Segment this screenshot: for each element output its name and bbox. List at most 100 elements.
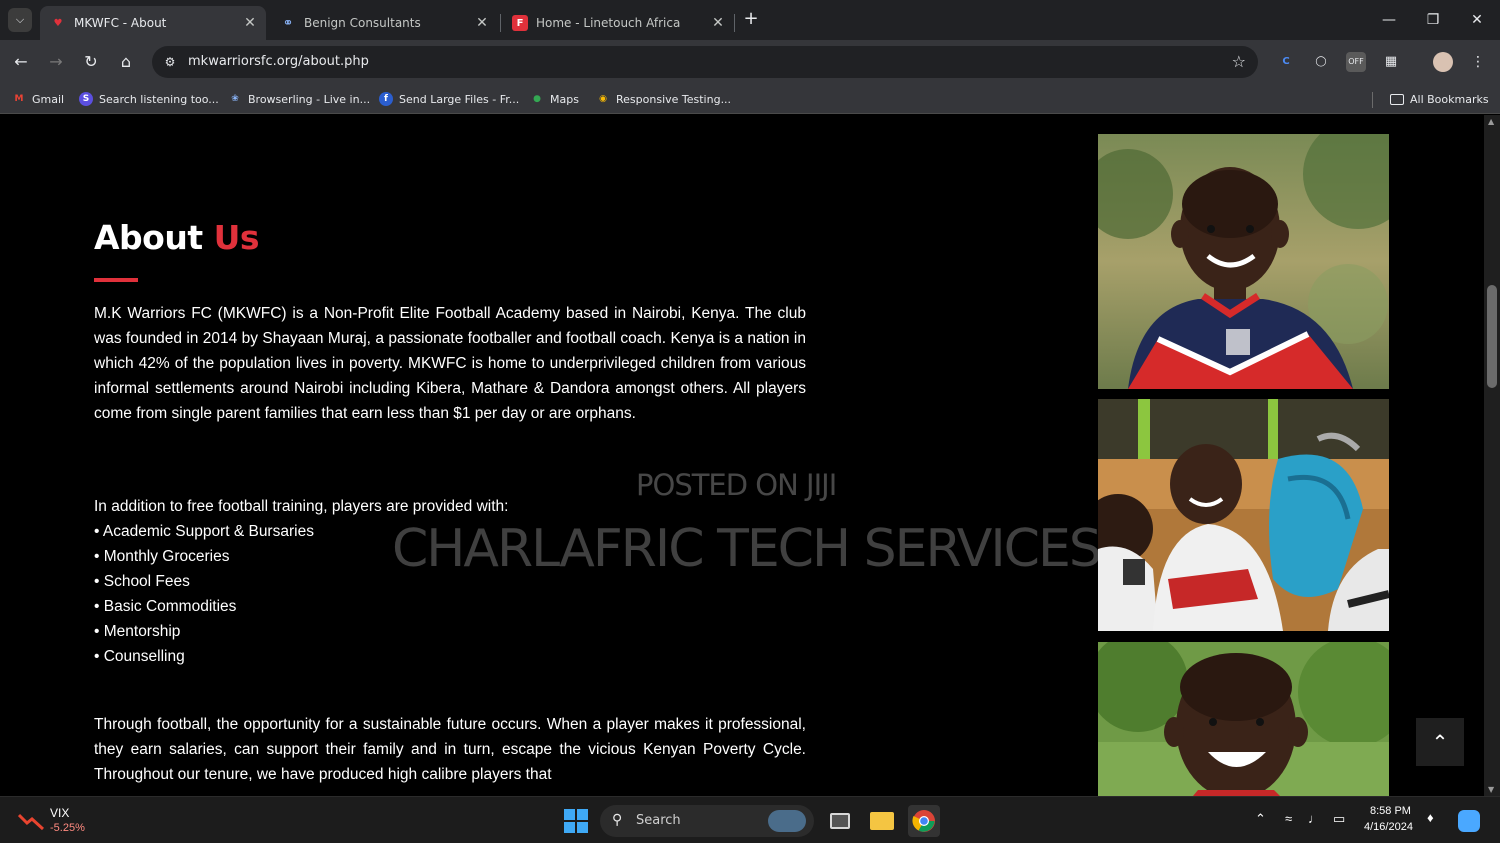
forward-button[interactable]: → bbox=[44, 50, 68, 74]
tab-linetouch-africa[interactable]: F Home - Linetouch Africa ✕ bbox=[502, 6, 734, 40]
bookmark-browserling[interactable]: ❀ Browserling - Live in... bbox=[228, 90, 370, 108]
search-icon: ⚲ bbox=[612, 812, 623, 828]
reload-icon: ↻ bbox=[84, 52, 98, 71]
battery-icon[interactable]: ▭ bbox=[1333, 811, 1345, 827]
tab-mkwfc-about[interactable]: ♥ MKWFC - About ✕ bbox=[40, 6, 266, 40]
show-hidden-icons-icon[interactable]: ⌃ bbox=[1255, 811, 1266, 827]
outro-paragraph: Through football, the opportunity for a … bbox=[94, 716, 806, 783]
close-icon[interactable]: ✕ bbox=[708, 15, 728, 31]
page-scrollbar[interactable]: ▲ ▼ bbox=[1484, 115, 1500, 796]
plus-icon: + bbox=[743, 8, 759, 29]
clock-time[interactable]: 8:58 PM bbox=[1370, 805, 1411, 817]
all-bookmarks-button[interactable]: All Bookmarks bbox=[1390, 90, 1489, 108]
player-photo-2 bbox=[1098, 399, 1389, 631]
bookmark-star-icon[interactable]: ☆ bbox=[1232, 52, 1246, 71]
chrome-icon bbox=[912, 810, 935, 832]
benign-favicon-icon: ⚭ bbox=[282, 15, 294, 31]
close-icon[interactable]: ✕ bbox=[240, 15, 260, 31]
browserling-icon: ❀ bbox=[231, 94, 239, 104]
close-icon[interactable]: ✕ bbox=[472, 15, 492, 31]
bookmark-label: Search listening too... bbox=[99, 92, 219, 106]
task-view-button[interactable] bbox=[824, 805, 856, 837]
arrow-right-icon: → bbox=[49, 52, 63, 71]
watermark-posted-on-jiji: POSTED ON JIJI bbox=[636, 468, 837, 502]
scroll-up-icon[interactable]: ▲ bbox=[1488, 117, 1494, 126]
list-item: • School Fees bbox=[94, 573, 190, 590]
scroll-thumb[interactable] bbox=[1487, 285, 1497, 388]
volume-muted-icon[interactable]: ♩ bbox=[1308, 811, 1321, 826]
notification-bell-icon[interactable]: ♦ bbox=[1427, 810, 1434, 825]
file-explorer-button[interactable] bbox=[866, 805, 898, 837]
stock-chart-icon bbox=[18, 813, 44, 831]
site-info-icon[interactable]: ⚙ bbox=[162, 54, 178, 70]
folder-icon bbox=[870, 812, 894, 830]
chrome-taskbar-button[interactable] bbox=[908, 805, 940, 837]
browser-toolbar: ← → ↻ ⌂ ⚙ mkwarriorsfc.org/about.php ☆ C… bbox=[0, 40, 1500, 84]
clock-date[interactable]: 4/16/2024 bbox=[1364, 821, 1413, 833]
extension-ring-icon[interactable]: ◯ bbox=[1311, 52, 1331, 72]
new-tab-button[interactable]: + bbox=[740, 8, 762, 30]
taskbar-search[interactable]: ⚲ Search bbox=[600, 805, 814, 837]
close-icon: ✕ bbox=[1471, 12, 1483, 28]
tab-strip: ⌵ ♥ MKWFC - About ✕ ⚭ Benign Consultants… bbox=[0, 0, 1500, 40]
task-view-icon bbox=[830, 813, 850, 829]
back-to-top-button[interactable]: ⌃ bbox=[1416, 718, 1464, 766]
screen: ⌵ ♥ MKWFC - About ✕ ⚭ Benign Consultants… bbox=[0, 0, 1500, 843]
address-bar[interactable]: ⚙ mkwarriorsfc.org/about.php ☆ bbox=[152, 46, 1258, 78]
extensions-puzzle-icon[interactable]: ▦ bbox=[1381, 52, 1401, 72]
tab-label: Benign Consultants bbox=[304, 16, 421, 30]
linetouch-favicon-icon: F bbox=[512, 15, 528, 31]
bookmark-send-large-files[interactable]: f Send Large Files - Fr... bbox=[379, 90, 519, 108]
provided-heading: In addition to free football training, p… bbox=[94, 498, 509, 515]
restore-button[interactable]: ❐ bbox=[1410, 8, 1456, 32]
boys-with-bags-image bbox=[1098, 399, 1389, 631]
extension-c-icon[interactable]: C bbox=[1276, 52, 1296, 72]
close-window-button[interactable]: ✕ bbox=[1454, 8, 1500, 32]
bookmark-label: Send Large Files - Fr... bbox=[399, 92, 520, 106]
folder-icon bbox=[1390, 93, 1404, 105]
mkwfc-favicon-icon: ♥ bbox=[53, 17, 63, 29]
list-item: • Counselling bbox=[94, 648, 185, 665]
title-white-word: About bbox=[94, 218, 203, 257]
list-item: • Monthly Groceries bbox=[94, 548, 230, 565]
minimize-button[interactable]: — bbox=[1366, 8, 1412, 32]
send-files-icon: f bbox=[379, 92, 393, 106]
tab-benign-consultants[interactable]: ⚭ Benign Consultants ✕ bbox=[270, 6, 498, 40]
bookmark-gmail[interactable]: M Gmail bbox=[12, 90, 65, 108]
bookmark-maps[interactable]: ● Maps bbox=[530, 90, 579, 108]
tab-search-button[interactable]: ⌵ bbox=[8, 8, 32, 32]
windows-logo-icon bbox=[564, 809, 588, 833]
list-item: • Basic Commodities bbox=[94, 598, 237, 615]
reload-button[interactable]: ↻ bbox=[79, 50, 103, 74]
watermark-charlafric: CHARLAFRIC TECH SERVICES bbox=[392, 519, 1102, 579]
bookmark-search-listening[interactable]: S Search listening too... bbox=[79, 90, 219, 108]
bookmark-label: Maps bbox=[550, 92, 579, 106]
bookmark-responsive-testing[interactable]: ◉ Responsive Testing... bbox=[596, 90, 731, 108]
restore-icon: ❐ bbox=[1426, 12, 1440, 28]
chrome-icon: ◉ bbox=[599, 94, 607, 104]
gmail-icon: M bbox=[14, 94, 24, 104]
arrow-left-icon: ← bbox=[14, 52, 28, 71]
tab-label: Home - Linetouch Africa bbox=[536, 16, 681, 30]
back-button[interactable]: ← bbox=[9, 50, 33, 74]
windows-taskbar: VIX -5.25% ⚲ Search ⌃ ≈ ♩ ▭ 8:58 PM 4/16… bbox=[0, 796, 1500, 843]
player-photo-3 bbox=[1098, 642, 1389, 796]
copilot-button[interactable] bbox=[1455, 805, 1483, 837]
wifi-icon[interactable]: ≈ bbox=[1285, 811, 1292, 826]
title-underline bbox=[94, 278, 138, 282]
start-button[interactable] bbox=[560, 805, 592, 837]
provided-list: • Academic Support & Bursaries • Monthly… bbox=[94, 519, 314, 669]
home-icon: ⌂ bbox=[120, 52, 132, 71]
smiling-boy-image bbox=[1098, 134, 1389, 389]
menu-kebab-icon[interactable]: ⋮ bbox=[1468, 52, 1488, 72]
profile-avatar-icon[interactable] bbox=[1433, 52, 1453, 72]
list-item: • Academic Support & Bursaries bbox=[94, 523, 314, 540]
stock-widget[interactable]: VIX -5.25% bbox=[18, 805, 108, 837]
search-listening-icon: S bbox=[79, 92, 93, 106]
scroll-down-icon[interactable]: ▼ bbox=[1488, 785, 1494, 794]
minimize-icon: — bbox=[1382, 12, 1396, 28]
intro-paragraph: M.K Warriors FC (MKWFC) is a Non-Profit … bbox=[94, 305, 806, 422]
copilot-icon bbox=[1458, 810, 1480, 832]
extension-off-icon[interactable]: OFF bbox=[1346, 52, 1366, 72]
home-button[interactable]: ⌂ bbox=[114, 50, 138, 74]
